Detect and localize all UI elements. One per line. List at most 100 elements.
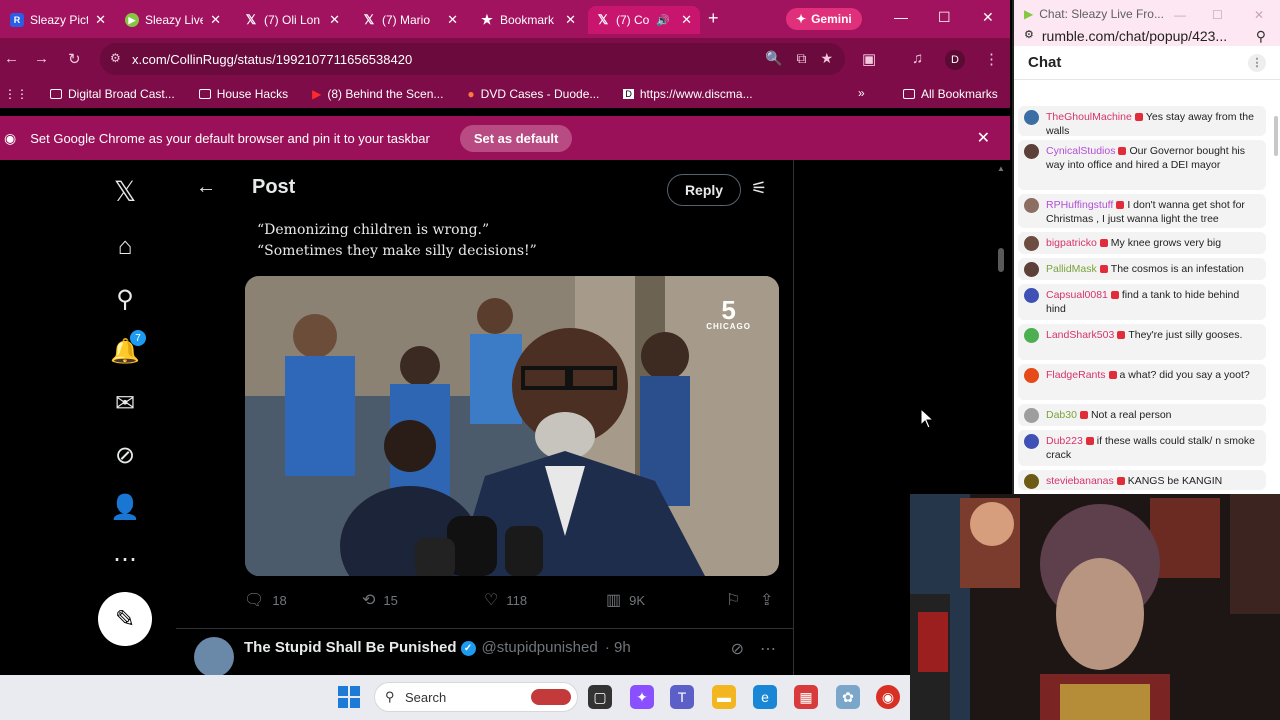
profile-person-icon[interactable]: 👤	[108, 490, 142, 524]
all-bookmarks[interactable]: All Bookmarks	[903, 87, 998, 101]
bookmark-dvd-cases[interactable]: ● DVD Cases - Duode...	[467, 87, 599, 101]
reply-button[interactable]: Reply	[667, 174, 741, 206]
scrollbar-thumb[interactable]	[998, 248, 1004, 272]
forward-arrow-icon[interactable]: →	[34, 50, 49, 67]
chat-username[interactable]: bigpatricko	[1046, 237, 1097, 249]
x-logo-icon[interactable]: 𝕏	[108, 174, 142, 208]
next-post[interactable]: The Stupid Shall Be Punished ✓ @stupidpuni…	[176, 628, 793, 675]
repost-action[interactable]: ⟲ 15	[362, 590, 398, 610]
bookmark-star-icon[interactable]: ★	[820, 50, 833, 67]
site-info-icon[interactable]: ⚙	[110, 51, 121, 65]
minimize-button[interactable]: —	[894, 9, 908, 25]
author-handle[interactable]: @stupidpunished	[482, 639, 598, 656]
install-icon[interactable]: ⧉	[796, 50, 806, 67]
tab-bookmark[interactable]: ★ Bookmark ✕	[472, 6, 584, 34]
back-arrow-icon[interactable]: ←	[4, 50, 19, 67]
taskbar-search[interactable]: ⚲ Search	[374, 682, 578, 712]
more-dots-icon[interactable]: ⋯	[760, 639, 776, 659]
avatar[interactable]	[1024, 474, 1039, 489]
scroll-up-arrow-icon[interactable]: ▲	[997, 164, 1005, 173]
more-icon[interactable]: ⋯	[108, 542, 142, 576]
site-info-icon[interactable]: ⚙	[1024, 28, 1034, 44]
file-explorer-icon[interactable]: ▬	[712, 685, 736, 709]
window-close-button[interactable]: ✕	[1254, 8, 1264, 22]
tab-sleazy-live[interactable]: ▶ Sleazy Live ✕	[117, 6, 229, 34]
chrome-icon[interactable]: ◉	[876, 685, 900, 709]
apps-grid-icon[interactable]: ⋮⋮	[4, 87, 28, 101]
scrollbar-thumb[interactable]	[1274, 116, 1278, 156]
bookmark-behind-the-scenes[interactable]: ▶ (8) Behind the Scen...	[312, 87, 443, 101]
messages-envelope-icon[interactable]: ✉	[108, 386, 142, 420]
close-icon[interactable]: ✕	[681, 12, 692, 28]
bookmark-house-hacks[interactable]: House Hacks	[198, 87, 288, 101]
tab-active-collin-rugg[interactable]: 𝕏 (7) Co 🔊 ✕	[588, 6, 700, 34]
home-icon[interactable]: ⌂	[108, 230, 142, 264]
search-icon[interactable]: ⚲	[1256, 28, 1266, 45]
more-vertical-icon[interactable]: ⋮	[1248, 53, 1266, 72]
avatar[interactable]	[1024, 434, 1039, 449]
search-icon[interactable]: ⚲	[108, 282, 142, 316]
chat-username[interactable]: TheGhoulMachine	[1046, 111, 1132, 123]
compose-post-button[interactable]: ✎	[98, 592, 152, 646]
media-control-icon[interactable]: ♫	[912, 50, 923, 67]
avatar[interactable]	[1024, 408, 1039, 423]
chat-username[interactable]: FladgeRants	[1046, 369, 1106, 381]
app-icon[interactable]: ✿	[836, 685, 860, 709]
chat-username[interactable]: CynicalStudios	[1046, 145, 1115, 157]
maximize-button[interactable]: ☐	[1212, 8, 1223, 22]
tab-mario[interactable]: 𝕏 (7) Mario ✕	[354, 6, 466, 34]
avatar[interactable]	[1024, 368, 1039, 383]
maximize-button[interactable]: ☐	[938, 9, 951, 26]
avatar[interactable]	[1024, 288, 1039, 303]
chat-username[interactable]: LandShark503	[1046, 329, 1114, 341]
avatar[interactable]	[1024, 144, 1039, 159]
chat-username[interactable]: RPHuffingstuff	[1046, 199, 1113, 211]
zoom-icon[interactable]: 🔍	[765, 50, 782, 67]
reload-icon[interactable]: ↻	[68, 50, 81, 68]
windows-start-icon[interactable]	[338, 686, 360, 708]
close-icon[interactable]: ✕	[95, 12, 106, 28]
chat-username[interactable]: PallidMask	[1046, 263, 1097, 275]
address-bar[interactable]: ⚙ x.com/CollinRugg/status/19921077116565…	[100, 43, 845, 75]
gemini-button[interactable]: ✦ Gemini	[786, 8, 862, 30]
avatar[interactable]	[194, 637, 234, 675]
grok-icon[interactable]: ⊘	[108, 438, 142, 472]
profile-avatar[interactable]: D	[945, 50, 965, 70]
avatar[interactable]	[1024, 328, 1039, 343]
set-default-button[interactable]: Set as default	[459, 124, 573, 152]
chrome-menu-icon[interactable]: ⋮	[984, 50, 999, 68]
teams-icon[interactable]: T	[670, 685, 694, 709]
avatar[interactable]	[1024, 262, 1039, 277]
close-icon[interactable]: ✕	[977, 128, 990, 148]
close-icon[interactable]: ✕	[210, 12, 221, 28]
copilot-icon[interactable]: ✦	[630, 685, 654, 709]
bookmark-digital-broadcast[interactable]: Digital Broad Cast...	[50, 87, 175, 101]
close-icon[interactable]: ✕	[447, 12, 458, 28]
author-name[interactable]: The Stupid Shall Be Punished	[244, 639, 457, 656]
post-video[interactable]: 5 CHICAGO	[245, 276, 779, 576]
chat-username[interactable]: Dab30	[1046, 409, 1077, 421]
speaker-icon[interactable]: 🔊	[656, 14, 670, 27]
avatar[interactable]	[1024, 236, 1039, 251]
close-icon[interactable]: ✕	[329, 12, 340, 28]
chat-scrollbar[interactable]	[1273, 112, 1279, 492]
bookmark-action[interactable]: ⚐	[726, 590, 740, 610]
chat-username[interactable]: steviebananas	[1046, 475, 1114, 487]
chat-username[interactable]: Capsual0081	[1046, 289, 1108, 301]
reply-action[interactable]: 🗨 18	[244, 590, 287, 610]
views-action[interactable]: ▥ 9K	[606, 590, 645, 610]
tab-search-icon[interactable]: ▣	[862, 50, 876, 68]
edge-icon[interactable]: e	[753, 685, 777, 709]
avatar[interactable]	[1024, 198, 1039, 213]
filter-sliders-icon[interactable]: ⚟	[751, 178, 767, 199]
task-view-icon[interactable]: ▢	[588, 685, 612, 709]
notifications-bell-icon[interactable]: 🔔 7	[108, 330, 146, 368]
more-bookmarks-icon[interactable]: »	[858, 86, 865, 100]
avatar[interactable]	[1024, 110, 1039, 125]
back-arrow-icon[interactable]: ←	[196, 176, 216, 199]
tab-oli-lon[interactable]: 𝕏 (7) Oli Lon ✕	[236, 6, 348, 34]
minimize-button[interactable]: —	[1174, 8, 1186, 22]
store-icon[interactable]: ▦	[794, 685, 818, 709]
bookmark-discma[interactable]: Dhttps://www.discma...	[623, 87, 753, 101]
share-action[interactable]: ⇪	[760, 590, 773, 610]
